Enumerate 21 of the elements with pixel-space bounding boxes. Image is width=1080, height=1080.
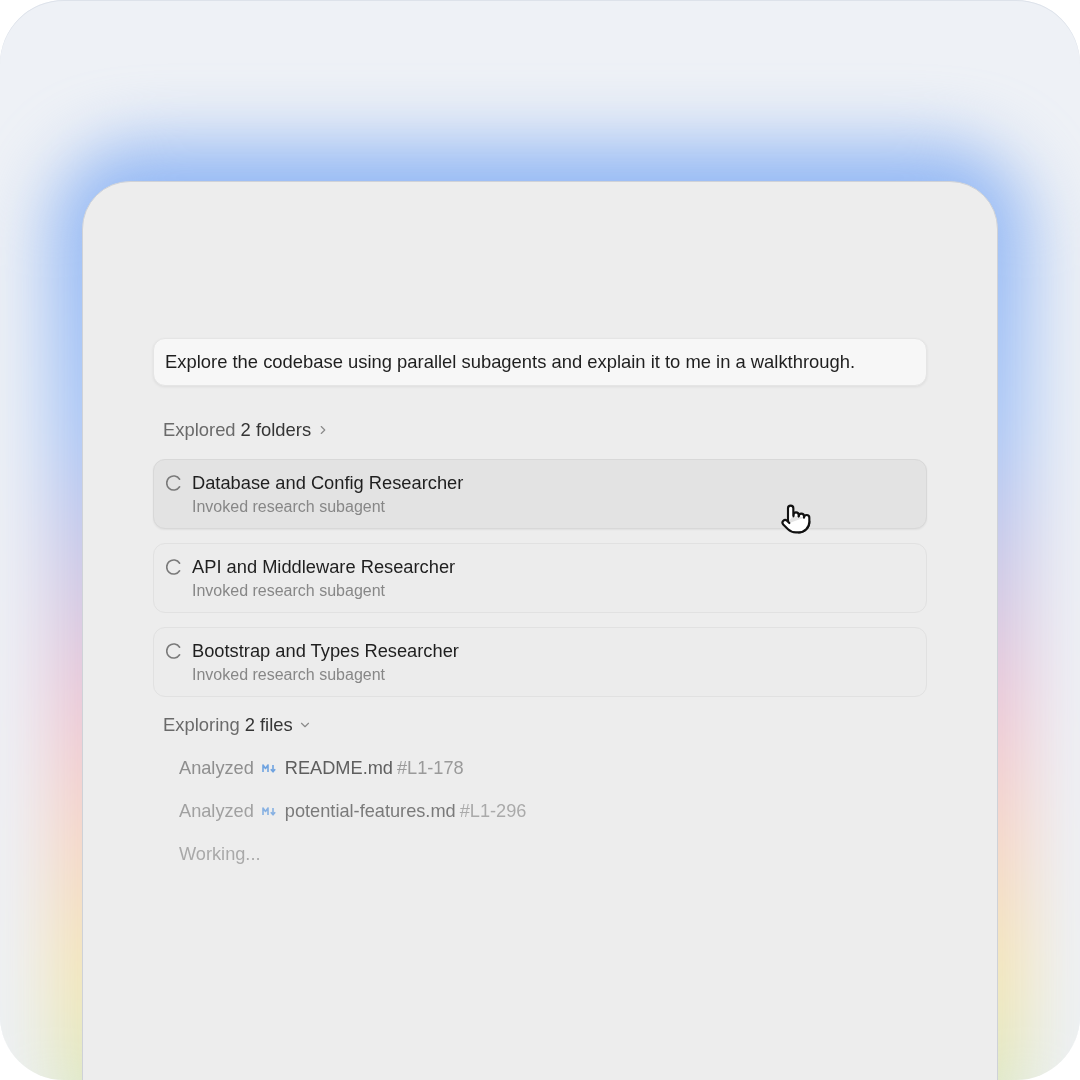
file-link[interactable]: potential-features.md — [284, 801, 456, 822]
hand-cursor-icon — [780, 503, 812, 535]
action-label: Analyzed — [179, 758, 254, 779]
subagent-card[interactable]: Bootstrap and Types Researcher Invoked research subagent — [153, 627, 927, 697]
group-toggle[interactable]: Exploring 2 files — [153, 711, 322, 739]
line-range: #L1-178 — [396, 758, 464, 779]
group-toggle[interactable]: Explored 2 folders — [153, 416, 341, 444]
prompt-message: Explore the codebase using parallel subagents and explain it to me in a walkthrough. — [153, 338, 927, 386]
action-label: Analyzed — [179, 801, 254, 822]
subagent-title: Database and Config Researcher — [192, 473, 464, 493]
markdown-icon — [261, 807, 277, 816]
line-range: #L1-296 — [459, 801, 527, 822]
subagent-subtitle: Invoked research subagent — [192, 582, 385, 600]
subagent-card[interactable]: API and Middleware Researcher Invoked research subagent — [153, 543, 927, 613]
subagent-subtitle: Invoked research subagent — [192, 666, 385, 684]
status-text: Working... — [179, 844, 261, 865]
file-link[interactable]: README.md — [284, 758, 393, 779]
subagent-subtitle: Invoked research subagent — [192, 498, 385, 516]
subagent-title: Bootstrap and Types Researcher — [192, 641, 459, 661]
markdown-icon — [261, 764, 277, 773]
subagent-title: API and Middleware Researcher — [192, 557, 456, 577]
